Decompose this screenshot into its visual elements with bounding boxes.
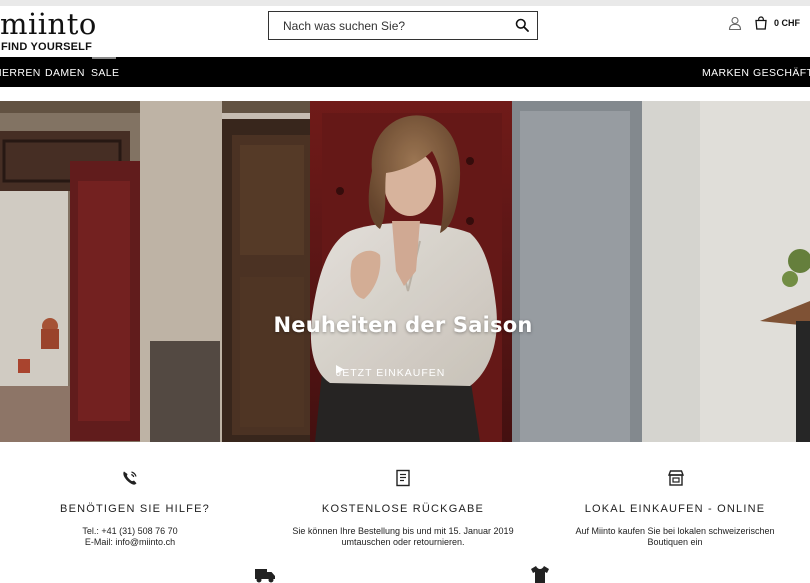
help-phone[interactable]: Tel.: +41 (31) 508 76 70 <box>0 526 265 537</box>
service-features: BENÖTIGEN SIE HILFE? Tel.: +41 (31) 508 … <box>0 442 810 583</box>
logo-tagline: FIND YOURSELF <box>1 41 93 53</box>
search-input[interactable] <box>269 12 507 39</box>
shop-now-label: JETZT EINKAUFEN <box>336 367 446 379</box>
nav-item-geschaefte[interactable]: GESCHÄFTE <box>753 67 810 79</box>
cart-total[interactable]: 0 CHF <box>774 18 800 28</box>
shop-now-button[interactable]: JETZT EINKAUFEN <box>336 365 445 381</box>
nav-item-sale[interactable]: SALE <box>91 67 119 79</box>
logo-wordmark: miinto <box>0 7 97 41</box>
phone-icon <box>123 471 137 485</box>
feature-local-text: Auf Miinto kaufen Sie bei lokalen schwei… <box>540 526 810 548</box>
receipt-icon <box>396 469 410 487</box>
hero-banner[interactable]: Neuheiten der Saison JETZT EINKAUFEN <box>0 101 810 442</box>
feature-returns-text: Sie können Ihre Bestellung bis und mit 1… <box>268 526 538 548</box>
hero-title: Neuheiten der Saison <box>273 313 533 337</box>
returns-line-2: umtauschen oder retournieren. <box>341 537 465 547</box>
nav-item-herren[interactable]: HERREN <box>0 67 41 79</box>
search-icon[interactable] <box>515 18 529 32</box>
store-icon <box>667 470 685 486</box>
sale-indicator <box>92 57 116 59</box>
search-box[interactable] <box>268 11 538 40</box>
feature-help-text: Tel.: +41 (31) 508 76 70 E-Mail: info@mi… <box>0 526 265 548</box>
nav-item-damen[interactable]: DAMEN <box>45 67 85 79</box>
nav-item-marken[interactable]: MARKEN <box>702 67 749 79</box>
feature-local-title: LOKAL EINKAUFEN - ONLINE <box>584 503 766 515</box>
returns-line-1: Sie können Ihre Bestellung bis und mit 1… <box>292 526 514 536</box>
feature-help-title: BENÖTIGEN SIE HILFE? <box>60 503 210 515</box>
help-email[interactable]: E-Mail: info@miinto.ch <box>0 537 265 548</box>
miinto-logo[interactable]: miinto FIND YOURSELF <box>0 7 110 54</box>
tshirt-icon <box>531 566 549 583</box>
local-line-2: Boutiquen ein <box>647 537 703 547</box>
local-line-1: Auf Miinto kaufen Sie bei lokalen schwei… <box>575 526 775 536</box>
site-header: miinto FIND YOURSELF 0 CHF <box>0 6 810 57</box>
play-triangle-icon <box>336 365 344 374</box>
shopping-bag-icon[interactable] <box>754 16 768 30</box>
user-icon[interactable] <box>728 16 742 30</box>
hero-photo <box>0 101 810 442</box>
delivery-truck-icon <box>255 569 275 583</box>
main-navigation: HERREN DAMEN SALE MARKEN GESCHÄFTE <box>0 57 810 87</box>
feature-returns-title: KOSTENLOSE RÜCKGABE <box>321 503 485 515</box>
